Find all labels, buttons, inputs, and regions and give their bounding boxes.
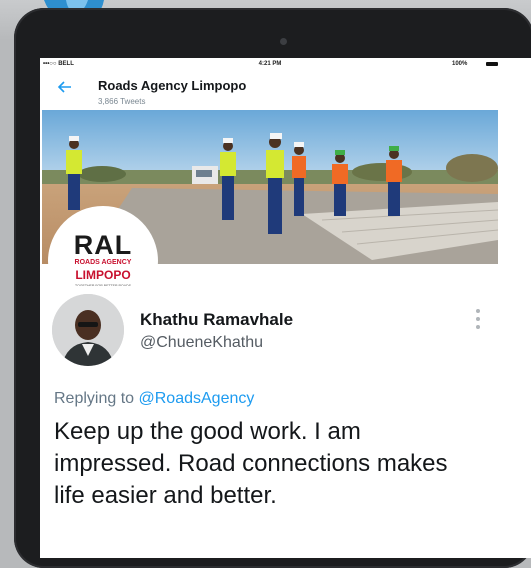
mention-link[interactable]: @RoadsAgency (139, 390, 255, 407)
battery-icon (486, 62, 498, 66)
battery-percent: 100% (452, 61, 468, 67)
status-bar: •••○○ BELL 4:21 PM 100% (40, 58, 531, 70)
replying-to-line: Replying to @RoadsAgency (54, 390, 254, 408)
camera-dot (280, 38, 287, 45)
more-vertical-icon[interactable] (474, 306, 482, 332)
logo-region-text: LIMPOPO (75, 268, 131, 282)
logo-abbreviation: RAL (73, 230, 133, 260)
arrow-left-icon[interactable] (56, 78, 74, 96)
avatar-photo (52, 294, 124, 366)
profile-name: Roads Agency Limpopo (98, 78, 247, 93)
logo-agency-text: ROADS AGENCY (74, 259, 132, 266)
author-name[interactable]: Khathu Ramavhale (140, 310, 293, 330)
twitter-screen: •••○○ BELL 4:21 PM 100% Roads Agency Lim… (40, 58, 531, 558)
tweet-count: 3,866 Tweets (98, 97, 146, 106)
author-handle[interactable]: @ChueneKhathu (140, 334, 263, 352)
tweet-card: Khathu Ramavhale @ChueneKhathu Replying … (40, 286, 531, 558)
avatar[interactable] (52, 294, 124, 366)
replying-prefix: Replying to (54, 390, 139, 407)
tweet-text: Keep up the good work. I am impressed. R… (54, 418, 448, 509)
profile-header: Roads Agency Limpopo 3,866 Tweets (40, 70, 531, 110)
clock: 4:21 PM (258, 61, 282, 67)
